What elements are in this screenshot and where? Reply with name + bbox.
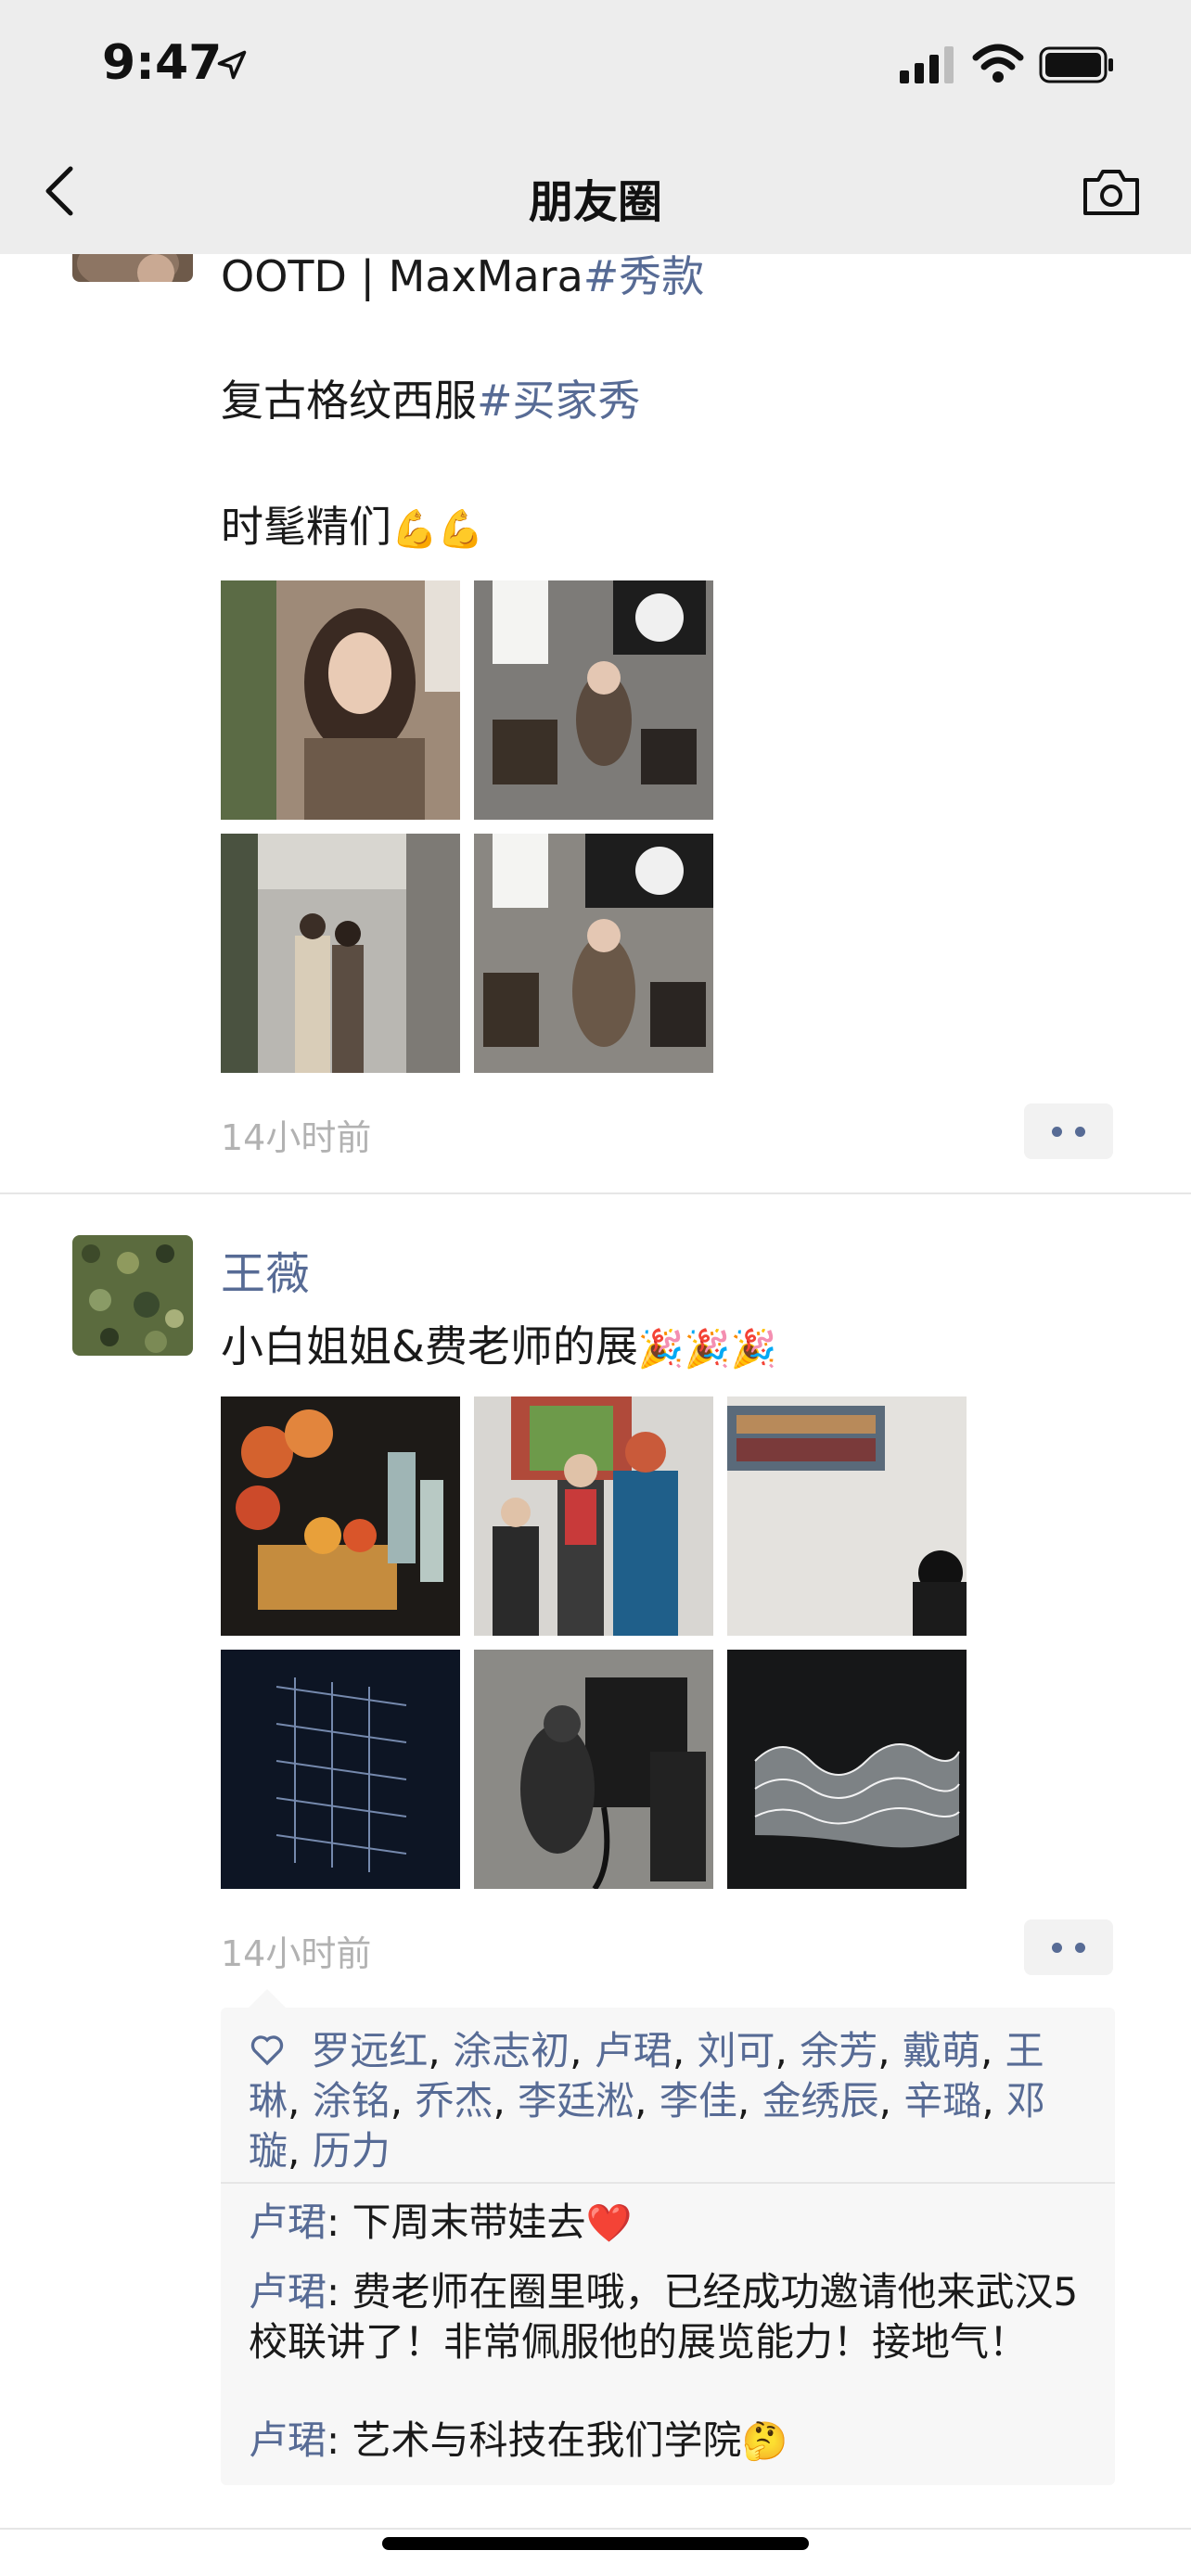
like-separator: ,: [981, 2078, 1007, 2123]
like-user-name[interactable]: 戴萌: [903, 2028, 980, 2073]
like-user-name[interactable]: 涂志初: [453, 2028, 570, 2073]
moment-post-2: 王薇 小白姐姐&费老师的展🎉🎉🎉 14小时前 罗远红, 涂志初, 卢珺, 刘可,…: [0, 0, 1191, 2576]
party-popper-emoji: 🎉🎉🎉: [637, 1328, 777, 1371]
post-photo[interactable]: [474, 1396, 713, 1636]
battery-icon: [1039, 46, 1113, 83]
commenter-name[interactable]: 卢珺: [249, 2269, 327, 2315]
post-text-plain: 小白姐姐&费老师的展: [221, 1321, 638, 1371]
comment-text: : 费老师在圈里哦，已经成功邀请他来武汉5校联讲了！非常佩服他的展览能力！接地气…: [249, 2269, 1079, 2365]
commenter-name[interactable]: 卢珺: [249, 2417, 327, 2463]
author-name[interactable]: 王薇: [221, 1237, 310, 1302]
post-photo[interactable]: [474, 1650, 713, 1889]
dot-icon: [1052, 1943, 1062, 1953]
like-user-name[interactable]: 李廷淞: [518, 2078, 634, 2123]
likes-comments-box: 罗远红, 涂志初, 卢珺, 刘可, 余芳, 戴萌, 王琳, 涂铭, 乔杰, 李廷…: [221, 1989, 1115, 2485]
likes-list: 罗远红, 涂志初, 卢珺, 刘可, 余芳, 戴萌, 王琳, 涂铭, 乔杰, 李廷…: [249, 2026, 1093, 2176]
comment-row[interactable]: 卢珺: 艺术与科技在我们学院🤔: [249, 2416, 1093, 2467]
wifi-icon: [972, 44, 1024, 83]
camera-icon[interactable]: [1082, 167, 1141, 217]
like-separator: ,: [736, 2078, 762, 2123]
like-separator: ,: [493, 2078, 519, 2123]
like-user-name[interactable]: 刘可: [698, 2028, 775, 2073]
like-user-name[interactable]: 卢珺: [595, 2028, 672, 2073]
moments-page: 9:47 朋友圈 OOTD | MaxMara#秀款 复古格纹西服#买家秀 时髦…: [0, 0, 1191, 2576]
comments-divider: [221, 2182, 1115, 2184]
like-user-name[interactable]: 涂铭: [313, 2078, 391, 2123]
comment-emoji: ❤️: [585, 2202, 633, 2245]
like-separator: ,: [428, 2028, 454, 2073]
like-separator: ,: [570, 2028, 595, 2073]
heart-outline-icon: [250, 2035, 284, 2066]
like-user-name[interactable]: 金绣辰: [762, 2078, 879, 2123]
post-photo[interactable]: [727, 1396, 967, 1636]
more-actions-button[interactable]: [1024, 1919, 1113, 1975]
post-time: 14小时前: [221, 1933, 372, 1974]
post-photo[interactable]: [221, 1650, 460, 1889]
like-separator: ,: [288, 2128, 313, 2174]
like-separator: ,: [672, 2028, 698, 2073]
like-separator: ,: [390, 2078, 416, 2123]
like-separator: ,: [634, 2078, 660, 2123]
status-time: 9:47: [102, 35, 223, 91]
like-separator: ,: [878, 2078, 904, 2123]
like-separator: ,: [775, 2028, 800, 2073]
like-user-name[interactable]: 李佳: [660, 2078, 737, 2123]
like-separator: ,: [288, 2078, 313, 2123]
page-title: 朋友圈: [528, 176, 662, 228]
like-separator: ,: [877, 2028, 903, 2073]
like-user-name[interactable]: 余芳: [800, 2028, 877, 2073]
commenter-name[interactable]: 卢珺: [249, 2200, 327, 2245]
comment-emoji: 🤔: [741, 2420, 788, 2463]
post-photo[interactable]: [221, 1396, 460, 1636]
like-user-name[interactable]: 乔杰: [415, 2078, 493, 2123]
like-separator: ,: [980, 2028, 1005, 2073]
post-photo[interactable]: [727, 1650, 967, 1889]
comment-text: : 下周末带娃去: [327, 2200, 586, 2245]
author-avatar[interactable]: [72, 1235, 193, 1356]
post-divider: [0, 2528, 1191, 2530]
cellular-signal-icon: [900, 46, 954, 83]
home-indicator: [382, 2537, 809, 2550]
top-header: 9:47 朋友圈: [0, 0, 1191, 254]
comment-row[interactable]: 卢珺: 下周末带娃去❤️: [249, 2198, 1093, 2249]
location-arrow-icon: [217, 50, 247, 80]
comment-text: : 艺术与科技在我们学院: [327, 2417, 742, 2463]
post-text: 小白姐姐&费老师的展🎉🎉🎉: [221, 1313, 776, 1374]
like-user-name[interactable]: 罗远红: [311, 2028, 428, 2073]
comment-row[interactable]: 卢珺: 费老师在圈里哦，已经成功邀请他来武汉5校联讲了！非常佩服他的展览能力！接…: [249, 2267, 1093, 2367]
like-user-name[interactable]: 辛璐: [903, 2078, 981, 2123]
dot-icon: [1075, 1943, 1085, 1953]
like-user-name[interactable]: 历力: [313, 2128, 391, 2174]
